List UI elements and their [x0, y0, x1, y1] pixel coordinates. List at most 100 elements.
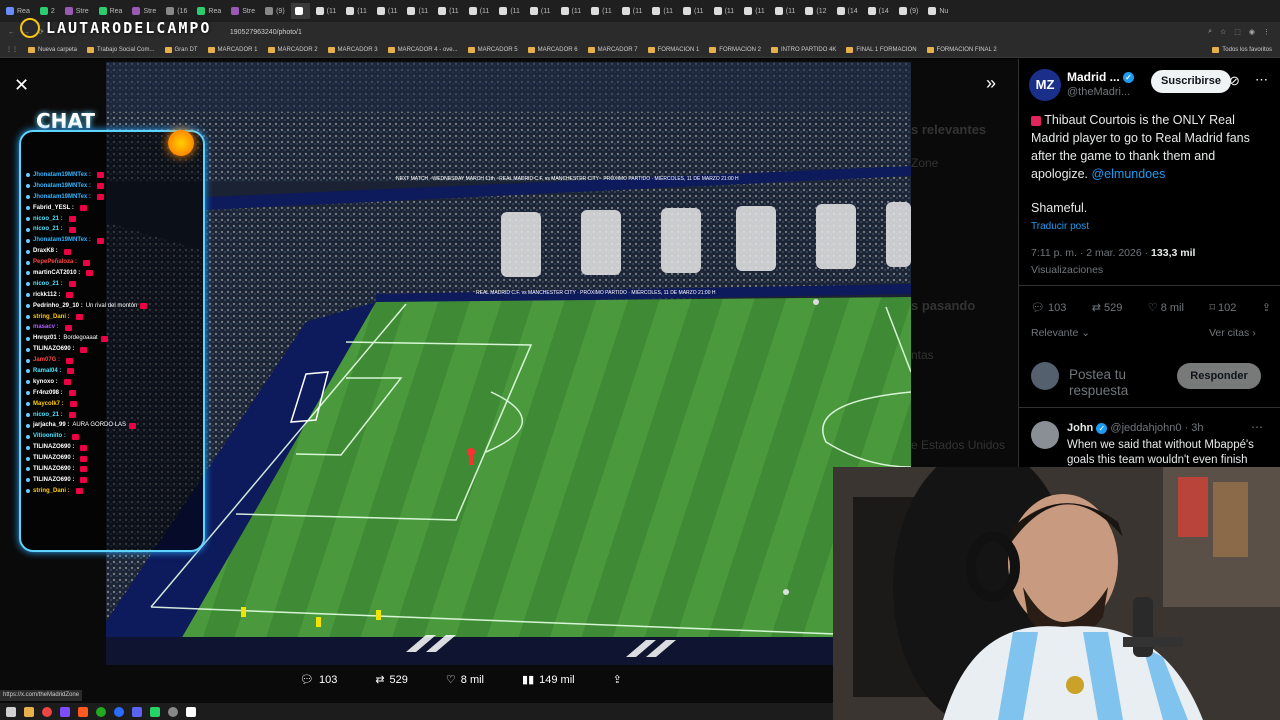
- app-icon[interactable]: [186, 706, 196, 717]
- chrome-icon[interactable]: [42, 706, 52, 717]
- browser-tab[interactable]: Nu: [924, 3, 952, 19]
- discord-icon[interactable]: [132, 706, 142, 717]
- grok-icon[interactable]: ⊘: [1229, 73, 1240, 89]
- chevron-double-right-icon[interactable]: »: [986, 73, 996, 94]
- browser-tab[interactable]: (11: [587, 3, 616, 19]
- bookmark-item[interactable]: FORMACION 1: [647, 46, 699, 53]
- tab-favicon-icon: [438, 7, 447, 15]
- browser-tab[interactable]: (9): [261, 3, 289, 19]
- share-button[interactable]: ⇪: [1262, 301, 1271, 314]
- browser-tab[interactable]: (11: [679, 3, 708, 19]
- reply-button[interactable]: 💬︎ 103: [1031, 301, 1066, 314]
- browser-tab[interactable]: 2: [36, 3, 59, 19]
- share-button[interactable]: ⇪: [613, 673, 622, 686]
- browser-tab[interactable]: Stre: [227, 3, 259, 19]
- browser-tab[interactable]: (11: [710, 3, 739, 19]
- bookmark-item[interactable]: Nueva carpeta: [28, 46, 77, 53]
- author-name[interactable]: Madrid ... ✓: [1067, 70, 1135, 84]
- browser-tab[interactable]: (14: [833, 3, 862, 19]
- bookmark-item[interactable]: Trabajo Social Com...: [87, 46, 155, 53]
- chat-username: Jhonatam19MNTex :: [33, 193, 91, 200]
- mention-link[interactable]: @elmundoes: [1091, 167, 1165, 181]
- profile-icon[interactable]: ◉: [1249, 28, 1255, 36]
- like-button[interactable]: ♡ 8 mil: [446, 673, 484, 687]
- url-text[interactable]: 190527963240/photo/1: [230, 29, 302, 36]
- menu-icon[interactable]: ⋮: [1263, 28, 1270, 36]
- more-icon[interactable]: ⋯: [1251, 420, 1263, 434]
- browser-tab[interactable]: (11: [434, 3, 463, 19]
- close-icon[interactable]: ✕: [14, 75, 29, 96]
- browser-tab[interactable]: (11: [526, 3, 555, 19]
- browser-tab[interactable]: (11: [495, 3, 524, 19]
- app-icon[interactable]: [114, 706, 124, 717]
- browser-tab[interactable]: (11: [648, 3, 677, 19]
- search-icon[interactable]: ⌕: [1208, 28, 1212, 36]
- browser-tab[interactable]: Rea: [95, 3, 127, 19]
- author-handle[interactable]: @theMadri...: [1067, 86, 1130, 98]
- bookmark-item[interactable]: INTRO PARTIDO 4K: [770, 46, 836, 53]
- reply-button[interactable]: 💬︎ 103: [300, 673, 337, 687]
- start-icon[interactable]: [6, 706, 16, 717]
- browser-tab[interactable]: (11: [403, 3, 432, 19]
- extensions-icon[interactable]: ⬚: [1234, 28, 1241, 36]
- browser-tab[interactable]: Stre: [61, 3, 93, 19]
- reply-input[interactable]: Postea tu respuesta: [1069, 367, 1169, 399]
- browser-tab[interactable]: (12: [801, 3, 830, 19]
- reply-submit-button[interactable]: Responder: [1177, 363, 1261, 389]
- bookmark-item[interactable]: MARCADOR 3: [327, 46, 378, 53]
- apps-icon[interactable]: ⋮⋮: [6, 46, 18, 53]
- reply-avatar[interactable]: [1031, 421, 1059, 449]
- repost-button[interactable]: ⇄ 529: [375, 673, 408, 687]
- views-button[interactable]: ▮▮ 149 mil: [522, 673, 575, 687]
- app-icon[interactable]: [60, 706, 70, 717]
- bookmark-item[interactable]: MARCADOR 1: [207, 46, 258, 53]
- like-button[interactable]: ♡ 8 mil: [1148, 301, 1184, 314]
- browser-tab[interactable]: (16: [162, 3, 191, 19]
- bookmark-item[interactable]: MARCADOR 4 - ove...: [387, 46, 458, 53]
- browser-tab[interactable]: (11: [618, 3, 647, 19]
- browser-tab[interactable]: (11: [771, 3, 800, 19]
- translate-link[interactable]: Traducir post: [1031, 221, 1089, 232]
- own-avatar[interactable]: [1031, 362, 1059, 390]
- back-icon[interactable]: ←: [8, 29, 15, 36]
- repost-button[interactable]: ⇄ 529: [1092, 301, 1123, 314]
- browser-tab[interactable]: Stre: [128, 3, 160, 19]
- bookmark-button[interactable]: ⌑ 102: [1209, 301, 1236, 314]
- stadium-photo[interactable]: NEXT MATCH · WEDNESDAY MARCH 11th · REAL…: [106, 62, 911, 665]
- whatsapp-icon[interactable]: [150, 706, 160, 717]
- browser-tab[interactable]: Rea: [2, 3, 34, 19]
- star-icon[interactable]: ☆: [1220, 28, 1226, 36]
- app-icon[interactable]: [168, 706, 178, 717]
- app-icon[interactable]: [96, 706, 106, 717]
- bookmark-item[interactable]: FORMACION FINAL 2: [926, 46, 997, 53]
- folder-icon[interactable]: [24, 706, 34, 717]
- sort-dropdown[interactable]: Relevante ⌄: [1031, 327, 1090, 339]
- browser-tab[interactable]: (9): [895, 3, 923, 19]
- emote-icon: [63, 248, 71, 255]
- bookmark-item[interactable]: Gran DT: [164, 46, 198, 53]
- bookmark-item[interactable]: MARCADOR 2: [267, 46, 318, 53]
- bookmark-item[interactable]: MARCADOR 6: [527, 46, 578, 53]
- browser-tab[interactable]: (11: [312, 3, 341, 19]
- avatar[interactable]: MZ: [1029, 69, 1061, 101]
- bookmark-item[interactable]: MARCADOR 7: [587, 46, 638, 53]
- bookmark-item[interactable]: MARCADOR 5: [467, 46, 518, 53]
- ghost-text: e Estados Unidos: [911, 438, 1006, 452]
- app-icon[interactable]: [78, 706, 88, 717]
- browser-tab[interactable]: (11: [373, 3, 402, 19]
- browser-tab[interactable]: (11: [740, 3, 769, 19]
- browser-tab[interactable]: (11: [557, 3, 586, 19]
- reply-author[interactable]: John: [1067, 422, 1093, 434]
- quotes-link[interactable]: Ver citas ›: [1209, 327, 1256, 339]
- bookmark-item[interactable]: FINAL 1 FORMACION: [846, 46, 917, 53]
- subscribe-button[interactable]: Suscribirse: [1151, 70, 1231, 93]
- chat-badge-icon: [26, 402, 30, 407]
- bookmark-item[interactable]: FORMACION 2: [709, 46, 761, 53]
- browser-tab[interactable]: (11: [342, 3, 371, 19]
- browser-tab[interactable]: (11: [465, 3, 494, 19]
- browser-tab[interactable]: [290, 3, 310, 19]
- browser-tab[interactable]: (14: [864, 3, 893, 19]
- all-bookmarks[interactable]: Todos los favoritos: [1212, 46, 1272, 53]
- browser-tab[interactable]: Rea: [193, 3, 225, 19]
- more-icon[interactable]: ⋯: [1255, 72, 1268, 88]
